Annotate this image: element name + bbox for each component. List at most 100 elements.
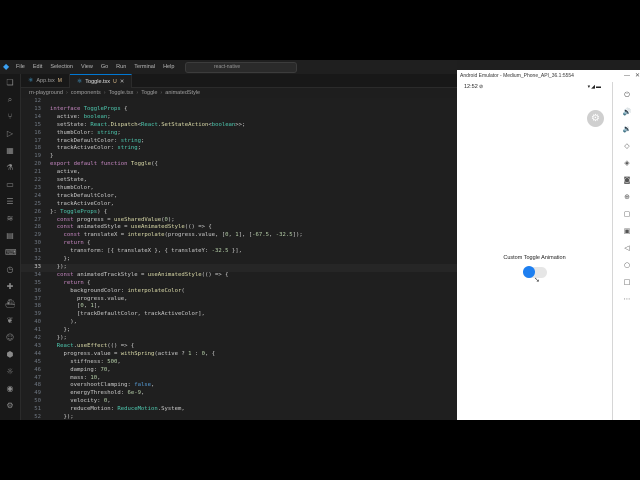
code-line[interactable]: 33 }); <box>21 263 457 272</box>
display-icon[interactable]: ▣ <box>621 226 633 236</box>
breadcrumb-item[interactable]: animatedStyle <box>165 88 200 98</box>
tab-app-tsx[interactable]: ⚛ App.tsx M <box>21 74 70 87</box>
terminal-icon[interactable]: ⌨ <box>5 248 17 258</box>
sun-icon[interactable]: ☼ <box>5 367 15 377</box>
docker-icon[interactable]: ⛴ <box>5 299 15 309</box>
code-line[interactable]: 20 export default function Toggle({ <box>21 161 457 169</box>
leaf-icon[interactable]: ❦ <box>5 316 15 326</box>
code-line[interactable]: 49 energyThreshold: 6e-9, <box>21 390 457 398</box>
layers-icon[interactable]: ≋ <box>5 214 15 224</box>
puzzle-icon[interactable]: ✚ <box>5 282 15 292</box>
code-line[interactable]: 22 setState, <box>21 177 457 185</box>
search-icon[interactable]: ⌕ <box>5 95 15 105</box>
menu-item[interactable]: Edit <box>33 64 42 70</box>
more-icon[interactable]: ⋯ <box>621 294 633 304</box>
code-line[interactable]: 32 }; <box>21 256 457 264</box>
code-line[interactable]: 31 transform: [{ translateX }, { transla… <box>21 248 457 256</box>
home-icon[interactable]: ○ <box>621 260 633 270</box>
menu-item[interactable]: Go <box>101 64 108 70</box>
back-icon[interactable]: ◁ <box>621 243 633 253</box>
code-editor[interactable]: 12 13 interface ToggleProps {14 active: bo… <box>21 98 457 420</box>
breadcrumb-item[interactable]: rn-playground <box>29 88 63 98</box>
copilot-icon[interactable]: ☺ <box>5 333 15 343</box>
menu-item[interactable]: Terminal <box>134 64 155 70</box>
source-control-icon[interactable]: ⑂ <box>5 112 15 122</box>
code-line[interactable]: 42 }); <box>21 335 457 343</box>
code-line[interactable]: 43 React.useEffect(() => { <box>21 343 457 351</box>
breadcrumb-item[interactable]: components <box>71 88 101 98</box>
code-line[interactable]: 16 thumbColor: string; <box>21 130 457 138</box>
code-line[interactable]: 28 const animatedStyle = useAnimatedStyl… <box>21 224 457 232</box>
minimize-icon[interactable]: — <box>624 70 630 82</box>
tab-toggle-tsx[interactable]: ⚛ Toggle.tsx U ✕ <box>69 74 133 88</box>
code-line[interactable]: 51 reduceMotion: ReduceMotion.System, <box>21 406 457 414</box>
code-line[interactable]: 48 overshootClamping: false, <box>21 382 457 390</box>
menu-item[interactable]: File <box>16 64 25 70</box>
remote-explorer-icon[interactable]: ▭ <box>5 180 15 190</box>
code-line[interactable]: 44 progress.value = withSpring(active ? … <box>21 351 457 359</box>
code-line[interactable]: 40 ), <box>21 319 457 327</box>
code-line[interactable]: 47 mass: 10, <box>21 375 457 383</box>
menu-item[interactable]: Run <box>116 64 126 70</box>
database-icon[interactable]: ☰ <box>5 197 15 207</box>
line-code: reduceMotion: ReduceMotion.System, <box>50 406 185 413</box>
volume-down-icon[interactable]: 🔉 <box>621 124 633 134</box>
code-line[interactable]: 17 trackDefaultColor: string; <box>21 138 457 146</box>
code-line[interactable]: 46 damping: 70, <box>21 367 457 375</box>
code-line[interactable]: 52 }); <box>21 414 457 420</box>
code-line[interactable]: 13 interface ToggleProps { <box>21 106 457 114</box>
settings-button[interactable]: ⚙ <box>587 110 604 127</box>
command-search-input[interactable]: react-native <box>185 62 297 73</box>
camera-icon[interactable]: ◙ <box>621 175 633 185</box>
code-line[interactable]: 26}: ToggleProps) { <box>21 209 457 217</box>
code-line[interactable]: 18 trackActiveColor: string; <box>21 145 457 153</box>
close-tab-icon[interactable]: ✕ <box>120 79 125 85</box>
code-line[interactable]: 41 }; <box>21 327 457 335</box>
code-line[interactable]: 14 active: boolean; <box>21 114 457 122</box>
code-line[interactable]: 23 thumbColor, <box>21 185 457 193</box>
rotate-right-icon[interactable]: ◈ <box>621 158 633 168</box>
timeline-icon[interactable]: ◷ <box>5 265 15 275</box>
line-code: trackActiveColor, <box>50 200 114 207</box>
code-line[interactable]: 25 trackActiveColor, <box>21 201 457 209</box>
testing-icon[interactable]: ⚗ <box>5 163 15 173</box>
explorer-icon[interactable]: ❏ <box>5 78 15 88</box>
code-line[interactable]: 19} <box>21 153 457 161</box>
rotate-left-icon[interactable]: ◇ <box>621 141 633 151</box>
run-debug-icon[interactable]: ▷ <box>5 129 15 139</box>
grid-icon[interactable]: ▤ <box>5 231 15 241</box>
breadcrumb-item[interactable]: Toggle <box>141 88 157 98</box>
close-icon[interactable]: ✕ <box>635 70 640 82</box>
code-line[interactable]: 34 const animatedTrackStyle = useAnimate… <box>21 272 457 280</box>
menu-item[interactable]: Selection <box>50 64 73 70</box>
overview-icon[interactable]: □ <box>621 277 633 287</box>
package-icon[interactable]: ⬢ <box>5 350 15 360</box>
code-line[interactable]: 45 stiffness: 500, <box>21 359 457 367</box>
code-line[interactable]: 50 velocity: 0, <box>21 398 457 406</box>
tab-badge: M <box>57 77 62 84</box>
code-line[interactable]: 36 backgroundColor: interpolateColor( <box>21 288 457 296</box>
code-line[interactable]: 39 [trackDefaultColor, trackActiveColor]… <box>21 311 457 319</box>
line-number: 42 <box>34 335 41 341</box>
code-line[interactable]: 24 trackDefaultColor, <box>21 193 457 201</box>
menu-item[interactable]: View <box>81 64 93 70</box>
settings-gear-icon[interactable]: ⚙ <box>5 401 15 411</box>
menu-item[interactable]: Help <box>163 64 174 70</box>
code-line[interactable]: 21 active, <box>21 169 457 177</box>
code-line[interactable]: 38 [0, 1], <box>21 303 457 311</box>
code-line[interactable]: 37 progress.value, <box>21 296 457 304</box>
breadcrumb-item[interactable]: Toggle.tsx <box>109 88 134 98</box>
code-line[interactable]: 30 return { <box>21 240 457 248</box>
volume-up-icon[interactable]: 🔊 <box>621 107 633 117</box>
power-icon[interactable]: ⏻ <box>621 90 633 100</box>
code-line[interactable]: 15 setState: React.Dispatch<React.SetSta… <box>21 122 457 130</box>
extensions-icon[interactable]: ▦ <box>5 146 15 156</box>
code-line[interactable]: 12 <box>21 98 457 106</box>
code-line[interactable]: 29 const translateX = interpolate(progre… <box>21 232 457 240</box>
account-icon[interactable]: ◉ <box>5 384 15 394</box>
fold-icon[interactable]: ▢ <box>621 209 633 219</box>
breadcrumb-separator-icon: › <box>65 90 68 96</box>
code-line[interactable]: 27 const progress = useSharedValue(0); <box>21 217 457 225</box>
zoom-icon[interactable]: ⊕ <box>621 192 633 202</box>
code-line[interactable]: 35 return { <box>21 280 457 288</box>
